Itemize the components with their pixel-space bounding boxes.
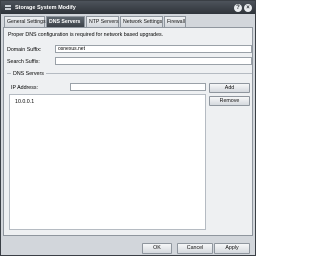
search-suffix-field[interactable] xyxy=(55,57,252,65)
tab-firewall[interactable]: Firewall xyxy=(164,16,186,27)
list-item[interactable]: 10.0.0.1 xyxy=(15,99,34,105)
apply-button[interactable]: Apply xyxy=(214,243,250,254)
domain-suffix-field[interactable]: osnexus.net xyxy=(55,45,252,53)
storage-system-modify-dialog: Storage System Modify ? × General Settin… xyxy=(0,0,256,256)
ok-button[interactable]: OK xyxy=(142,243,172,254)
remove-button[interactable]: Remove xyxy=(209,96,250,106)
dns-servers-list[interactable]: 10.0.0.1 xyxy=(9,94,206,230)
cancel-button[interactable]: Cancel xyxy=(177,243,213,254)
close-icon[interactable]: × xyxy=(244,3,252,12)
tab-network-settings[interactable]: Network Settings xyxy=(120,16,163,27)
dns-info-text: Proper DNS configuration is required for… xyxy=(8,32,164,38)
storage-system-icon xyxy=(5,5,11,10)
ip-address-label: IP Address: xyxy=(11,85,38,91)
dialog-title: Storage System Modify xyxy=(15,4,76,11)
tab-dns-servers[interactable]: DNS Servers xyxy=(46,16,85,27)
title-bar[interactable]: Storage System Modify ? × xyxy=(1,1,255,14)
add-button[interactable]: Add xyxy=(209,83,250,93)
tab-ntp-servers[interactable]: NTP Servers xyxy=(86,16,119,27)
dns-servers-panel: Proper DNS configuration is required for… xyxy=(3,27,253,236)
ip-address-field[interactable] xyxy=(70,83,206,91)
tab-general-settings[interactable]: General Settings xyxy=(4,16,46,27)
domain-suffix-label: Domain Suffix: xyxy=(7,47,42,53)
search-suffix-label: Search Suffix: xyxy=(7,59,40,65)
help-icon[interactable]: ? xyxy=(234,3,242,12)
dns-servers-legend: DNS Servers xyxy=(11,71,46,77)
